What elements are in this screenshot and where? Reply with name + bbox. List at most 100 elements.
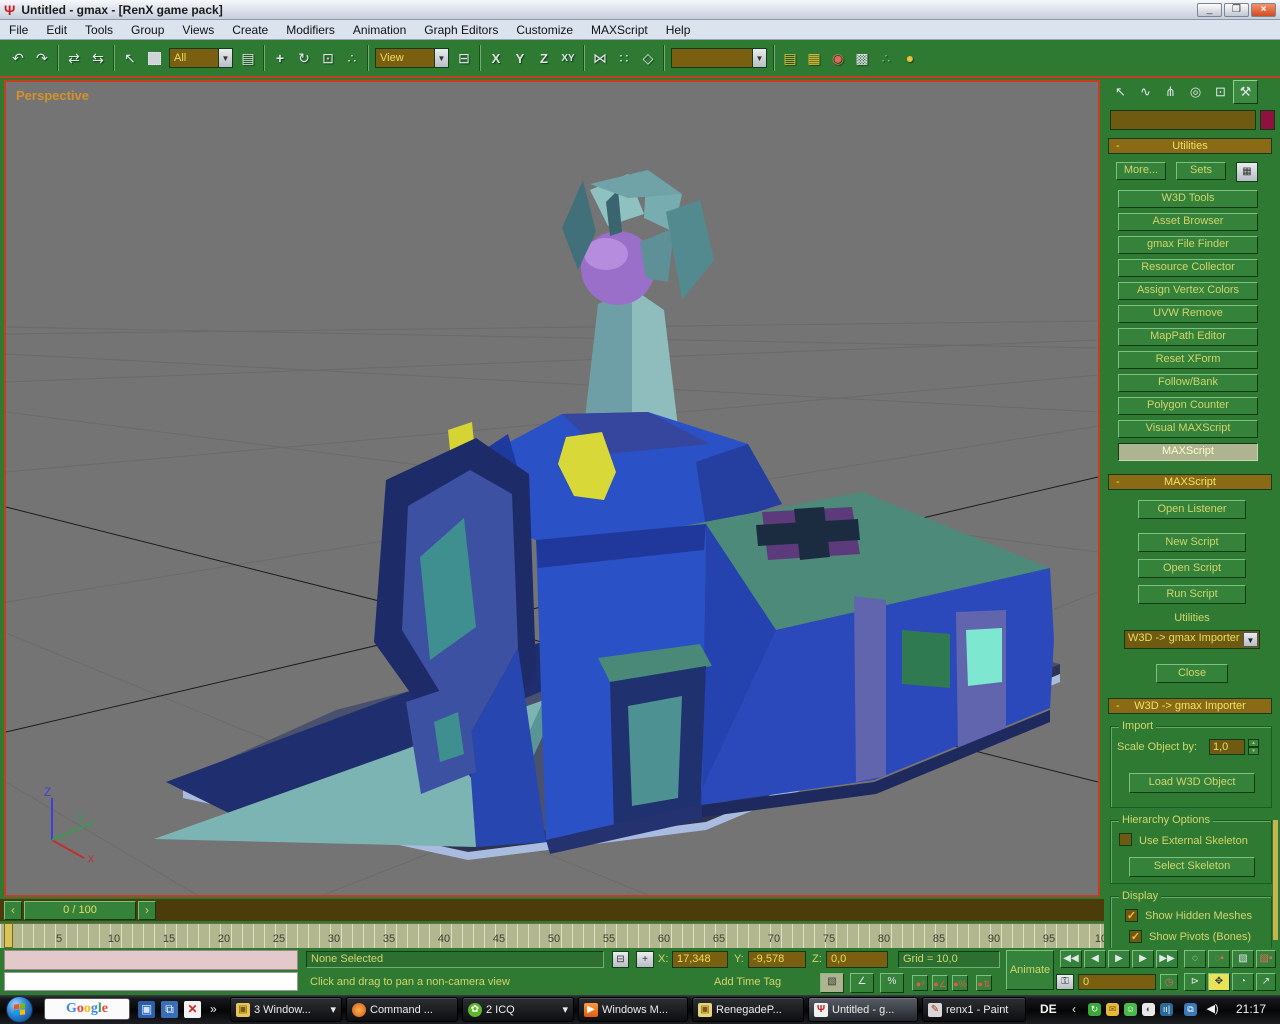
- go-to-end-icon[interactable]: ▶▶: [1156, 950, 1178, 968]
- utility-resource-collector-button[interactable]: Resource Collector: [1118, 259, 1258, 277]
- network-icon[interactable]: ⧉: [1184, 1003, 1197, 1016]
- selection-lock-icon[interactable]: ⊟: [612, 951, 629, 968]
- array-icon[interactable]: ∷: [612, 45, 636, 71]
- tab-display-icon[interactable]: ⊡: [1208, 80, 1233, 104]
- tray-wireless-icon[interactable]: ıı|: [1160, 1003, 1173, 1016]
- scale-icon[interactable]: ⊡: [316, 45, 340, 71]
- taskbar-button-windows-group[interactable]: ▣ 3 Window... ▾: [230, 997, 342, 1022]
- object-name-field[interactable]: [1110, 110, 1256, 130]
- pan-view-icon[interactable]: ✥: [1208, 973, 1230, 991]
- maxscript-mini-listener-pink[interactable]: [4, 950, 298, 970]
- close-button[interactable]: ×: [1251, 3, 1276, 17]
- zoom-icon[interactable]: ◌: [1184, 950, 1206, 968]
- tray-messenger-icon[interactable]: ☺: [1124, 1003, 1137, 1016]
- menu-edit[interactable]: Edit: [37, 23, 76, 37]
- utilities-rollout-header[interactable]: - Utilities: [1108, 138, 1272, 154]
- viewport-label[interactable]: Perspective: [16, 88, 89, 103]
- open-listener-button[interactable]: Open Listener: [1138, 500, 1246, 519]
- time-configuration-icon[interactable]: ◷: [1160, 974, 1178, 990]
- select-skeleton-button[interactable]: Select Skeleton: [1129, 857, 1255, 877]
- x-coordinate-field[interactable]: 17,348: [672, 951, 728, 968]
- close-utility-button[interactable]: Close: [1156, 664, 1228, 683]
- scale-object-field[interactable]: 1,0: [1209, 739, 1245, 755]
- select-by-name-icon[interactable]: ▤: [236, 45, 260, 71]
- selection-region-icon[interactable]: [142, 45, 166, 71]
- menu-views[interactable]: Views: [173, 23, 223, 37]
- snap-toggle-icon[interactable]: ▧: [820, 973, 844, 993]
- select-link-icon[interactable]: ⇄: [62, 45, 86, 71]
- previous-frame-icon[interactable]: ◀: [1084, 950, 1106, 968]
- utility-mappath-editor-button[interactable]: MapPath Editor: [1118, 328, 1258, 346]
- y-coordinate-field[interactable]: -9,578: [748, 951, 806, 968]
- new-script-button[interactable]: New Script: [1138, 533, 1246, 552]
- tray-update-icon[interactable]: ↻: [1088, 1003, 1101, 1016]
- min-max-toggle-icon[interactable]: ↗: [1256, 973, 1276, 991]
- manipulate-icon[interactable]: ∴: [340, 45, 364, 71]
- absolute-mode-icon[interactable]: +: [636, 951, 654, 968]
- show-hidden-meshes-checkbox[interactable]: ✓: [1125, 909, 1138, 922]
- quicklaunch-x-icon[interactable]: ✕: [184, 1001, 201, 1018]
- minimize-button[interactable]: _: [1197, 3, 1222, 17]
- previous-frame-button[interactable]: ‹: [4, 901, 22, 920]
- quicklaunch-window-switcher-icon[interactable]: ⧉: [161, 1001, 178, 1018]
- zoom-extents-all-icon[interactable]: ▧▪: [1256, 950, 1276, 968]
- tab-motion-icon[interactable]: ◎: [1183, 80, 1208, 104]
- start-button[interactable]: [6, 996, 33, 1023]
- render-id-icon[interactable]: ∴: [874, 45, 898, 71]
- language-indicator[interactable]: DE: [1040, 1002, 1057, 1016]
- taskbar-button-windows-media[interactable]: ▶ Windows M...: [578, 997, 688, 1022]
- taskbar-button-renegade-folder[interactable]: ▣ RenegadeP...: [692, 997, 804, 1022]
- maxscript-rollout-header[interactable]: - MAXScript: [1108, 474, 1272, 490]
- more-button[interactable]: More...: [1116, 162, 1166, 180]
- chevron-down-icon[interactable]: ▼: [752, 49, 766, 67]
- select-object-icon[interactable]: ↖: [118, 45, 142, 71]
- restrict-x-button[interactable]: X: [484, 45, 508, 71]
- tab-hierarchy-icon[interactable]: ⋔: [1158, 80, 1183, 104]
- object-color-swatch[interactable]: [1260, 110, 1275, 130]
- show-pivots-checkbox[interactable]: ✓: [1129, 930, 1142, 943]
- undo-icon[interactable]: ↶: [6, 45, 30, 71]
- restrict-xy-button[interactable]: XY: [556, 45, 580, 71]
- restore-button[interactable]: ❐: [1224, 3, 1249, 17]
- sets-button[interactable]: Sets: [1176, 162, 1226, 180]
- current-frame-field[interactable]: 0: [1078, 974, 1156, 990]
- go-to-start-icon[interactable]: ◀◀: [1060, 950, 1082, 968]
- maxscript-mini-listener-white[interactable]: [4, 972, 298, 991]
- speaker-icon[interactable]: ◀): [1206, 1003, 1219, 1016]
- track-bar-frame-handle[interactable]: [4, 923, 13, 948]
- run-script-button[interactable]: Run Script: [1138, 585, 1246, 604]
- menu-graph-editors[interactable]: Graph Editors: [415, 23, 507, 37]
- rotate-icon[interactable]: ↻: [292, 45, 316, 71]
- material-editor-icon[interactable]: ◉: [826, 45, 850, 71]
- zoom-all-icon[interactable]: ◌▪: [1208, 950, 1230, 968]
- chevron-down-icon[interactable]: ▼: [434, 49, 448, 67]
- menu-help[interactable]: Help: [657, 23, 700, 37]
- menu-customize[interactable]: Customize: [507, 23, 582, 37]
- quicklaunch-desktop-icon[interactable]: ▣: [138, 1001, 155, 1018]
- chevron-down-icon[interactable]: ▼: [218, 49, 232, 67]
- use-center-icon[interactable]: ⊟: [452, 45, 476, 71]
- utility-visual-maxscript-button[interactable]: Visual MAXScript: [1118, 420, 1258, 438]
- snap-override-3-icon[interactable]: ●³: [912, 975, 928, 991]
- use-external-skeleton-checkbox[interactable]: [1119, 833, 1132, 846]
- next-frame-icon[interactable]: ▶: [1132, 950, 1154, 968]
- add-time-tag[interactable]: Add Time Tag: [714, 976, 781, 988]
- utility-reset-xform-button[interactable]: Reset XForm: [1118, 351, 1258, 369]
- menu-maxscript[interactable]: MAXScript: [582, 23, 657, 37]
- percent-snap-icon[interactable]: %: [880, 973, 904, 993]
- utility-polygon-counter-button[interactable]: Polygon Counter: [1118, 397, 1258, 415]
- scale-spinner[interactable]: ▴▾: [1248, 739, 1259, 755]
- utility-config-icon[interactable]: ▦: [1236, 162, 1258, 182]
- google-search-box[interactable]: Google: [44, 998, 130, 1020]
- field-of-view-icon[interactable]: ⊳: [1184, 973, 1206, 991]
- quicklaunch-overflow-chevron[interactable]: »: [210, 1002, 217, 1016]
- animate-button[interactable]: Animate: [1006, 950, 1054, 990]
- redo-icon[interactable]: ↷: [30, 45, 54, 71]
- menu-create[interactable]: Create: [223, 23, 277, 37]
- time-slider[interactable]: 0 / 100: [24, 901, 136, 920]
- utility-maxscript-button[interactable]: MAXScript: [1118, 443, 1258, 461]
- play-animation-icon[interactable]: ▶: [1108, 950, 1130, 968]
- tray-volume-mixer-icon[interactable]: ◐: [1142, 1003, 1155, 1016]
- utility-gmax-file-finder-button[interactable]: gmax File Finder: [1118, 236, 1258, 254]
- chevron-down-icon[interactable]: ▼: [1243, 632, 1258, 647]
